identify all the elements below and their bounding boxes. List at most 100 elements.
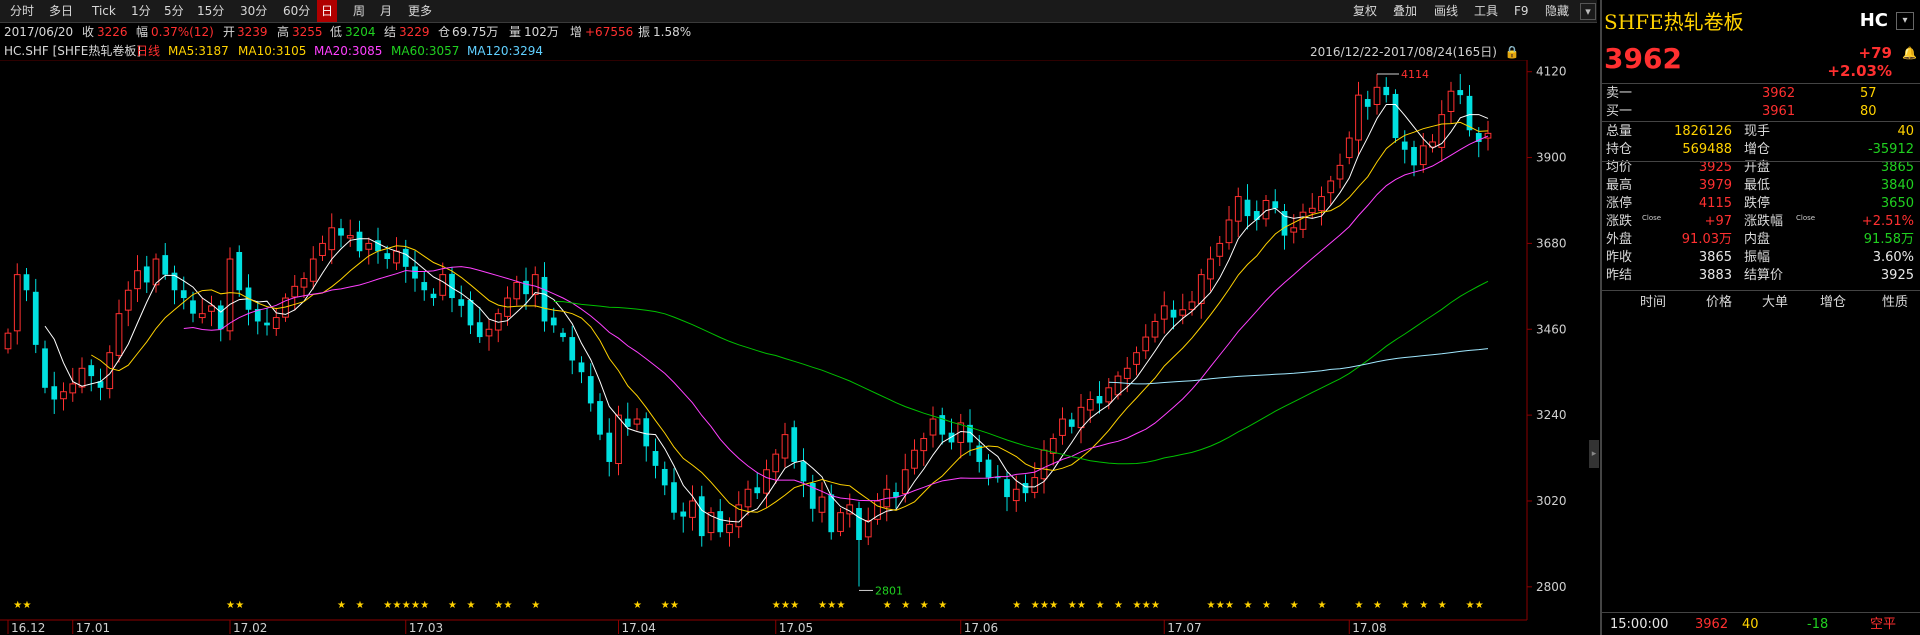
candle-body	[1438, 114, 1446, 148]
event-star-icon: ★	[837, 600, 846, 611]
candle-body	[560, 332, 566, 338]
bar-settle: 3229	[399, 25, 430, 39]
candle-body	[643, 418, 650, 447]
candle-body	[338, 228, 344, 236]
x-tick-label: 17.01	[76, 621, 110, 635]
candle-body	[1179, 309, 1187, 316]
period-tab-1[interactable]: 多日	[45, 0, 77, 22]
stat-row: 最高 3979 最低 3840	[1606, 178, 1914, 193]
candle-body	[901, 469, 909, 495]
event-star-icon: ★	[1466, 600, 1475, 611]
tools-button[interactable]: 工具	[1474, 0, 1498, 22]
period-tab-6[interactable]: 30分	[236, 0, 271, 22]
lock-icon[interactable]: 🔒	[1505, 45, 1520, 59]
menu-icon[interactable]: ▾	[1896, 12, 1914, 30]
event-star-icon: ★	[772, 600, 781, 611]
candle-body	[272, 317, 280, 329]
f9-button[interactable]: F9	[1514, 0, 1529, 22]
candle-body	[190, 300, 196, 314]
period-tab-10[interactable]: 月	[376, 0, 396, 22]
period-tab-5[interactable]: 15分	[193, 0, 228, 22]
y-tick-label: 3020	[1536, 494, 1567, 508]
event-star-icon: ★	[13, 600, 22, 611]
candle-body	[828, 494, 835, 533]
quote-panel: SHFE热轧卷板 HC ▾ 3962 +79 +2.03% 🔔 卖一 3962 …	[1600, 0, 1920, 635]
event-star-icon: ★	[23, 600, 32, 611]
candle-body	[264, 322, 270, 326]
candle-body	[309, 258, 317, 282]
candle-body	[365, 242, 373, 250]
tick-header: 时间 价格 大单 增仓 性质	[1640, 295, 1909, 310]
x-tick-label: 17.04	[622, 621, 656, 635]
hide-button[interactable]: 隐藏	[1545, 0, 1569, 22]
candle-body	[1244, 199, 1251, 217]
collapse-panel-handle[interactable]: ▸	[1589, 440, 1599, 468]
event-star-icon: ★	[226, 600, 235, 611]
ma60-line	[553, 280, 1489, 465]
bid-price: 3961	[1762, 104, 1796, 119]
candle-body	[661, 468, 668, 486]
period-tab-9[interactable]: 周	[349, 0, 369, 22]
candle-body	[1031, 477, 1039, 493]
candle-body	[1318, 196, 1325, 212]
ask-row: 卖一 3962 57	[1606, 86, 1877, 101]
period-tab-3[interactable]: 1分	[127, 0, 155, 22]
stat-row: 昨收 3865 振幅 3.60%	[1606, 250, 1914, 265]
candle-body	[1216, 242, 1224, 257]
candle-body	[1383, 86, 1390, 96]
ma20-line	[183, 135, 1489, 502]
candle-body	[1022, 483, 1029, 494]
candle-body	[1327, 180, 1335, 194]
overlay-button[interactable]: 叠加	[1393, 0, 1417, 22]
period-tab-0[interactable]: 分时	[6, 0, 38, 22]
candle-body	[1012, 488, 1020, 502]
candle-body	[1290, 227, 1298, 233]
candle-body	[51, 386, 58, 400]
bar-oi-change: +67556	[585, 25, 634, 39]
candle-body	[837, 512, 844, 532]
candle-body	[32, 291, 39, 345]
alarm-bell-icon[interactable]: 🔔	[1902, 46, 1917, 60]
bar-oi: 69.75万	[452, 25, 499, 39]
candle-body	[115, 313, 123, 356]
candle-body	[920, 438, 928, 452]
candle-body	[1096, 396, 1103, 404]
event-star-icon: ★	[827, 600, 836, 611]
period-tab-7[interactable]: 60分	[279, 0, 314, 22]
stat-row: 涨跌 Close +97 涨跌幅 Close +2.51%	[1606, 214, 1914, 229]
candle-body	[615, 414, 622, 465]
period-tab-8[interactable]: 日	[317, 0, 338, 22]
event-star-icon: ★	[420, 600, 429, 611]
candle-body	[597, 401, 603, 435]
adjust-button[interactable]: 复权	[1353, 0, 1377, 22]
candle-body	[23, 274, 30, 291]
period-tab-2[interactable]: Tick	[88, 0, 120, 22]
candle-body	[134, 270, 141, 290]
period-tab-11[interactable]: 更多	[404, 0, 436, 22]
period-tab-4[interactable]: 5分	[160, 0, 188, 22]
candle-body	[1345, 137, 1353, 159]
scroll-down-icon[interactable]: ▾	[1580, 3, 1596, 20]
kline-chart[interactable]: 4120 3900 3680 3460 3240 3020 2800 16.12 17.01 17…	[0, 60, 1597, 635]
event-star-icon: ★	[1438, 600, 1447, 611]
stat-row: 昨结 3883 结算价 3925	[1606, 268, 1914, 283]
min-annotation: 2801	[875, 584, 903, 597]
price-change: +79	[1858, 44, 1892, 62]
event-star-icon: ★	[901, 600, 910, 611]
candle-body	[1068, 419, 1075, 427]
candle-body	[1373, 86, 1381, 105]
candle-body	[467, 300, 474, 326]
event-star-icon: ★	[411, 600, 420, 611]
candle-body	[1160, 305, 1168, 320]
event-star-icon: ★	[1049, 600, 1058, 611]
ask-volume: 57	[1860, 86, 1877, 101]
candle-body	[1447, 90, 1455, 113]
candle-body	[319, 242, 326, 257]
x-tick-label: 17.05	[779, 621, 813, 635]
draw-line-button[interactable]: 画线	[1434, 0, 1458, 22]
x-tick-label: 17.02	[233, 621, 267, 635]
event-star-icon: ★	[1012, 600, 1021, 611]
candle-body	[818, 496, 826, 513]
bar-open: 3239	[237, 25, 268, 39]
event-star-icon: ★	[781, 600, 790, 611]
